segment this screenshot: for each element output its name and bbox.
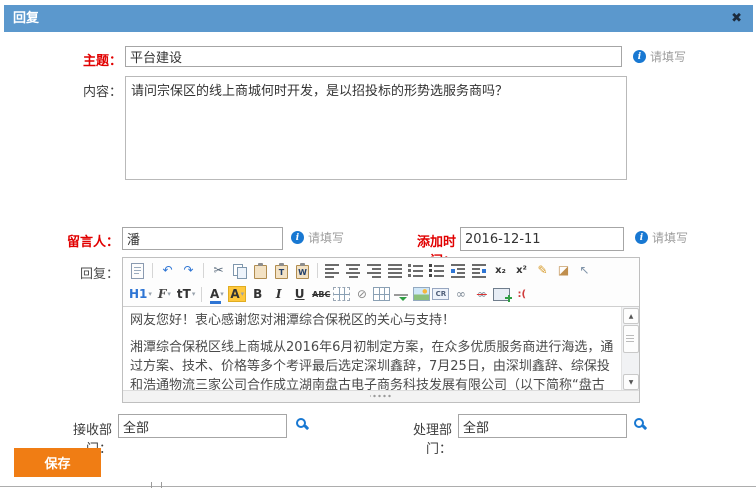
hint-text: 请填写 [308,229,344,246]
heading-icon[interactable]: H1▾ [128,285,153,304]
close-icon[interactable]: ✖ [731,5,742,32]
font-color-icon[interactable]: A▾ [207,285,226,304]
subject-label: 主题： [58,50,122,69]
scroll-up-icon[interactable]: ▲ [623,308,639,324]
paste-from-word-icon[interactable]: W [293,261,312,280]
insert-image-icon[interactable] [413,287,430,301]
handle-dept-input[interactable] [458,414,627,438]
divider-tick [161,482,162,488]
font-size-icon[interactable]: tT▾ [176,285,196,304]
info-icon: i [635,231,648,244]
font-family-icon[interactable]: F▾ [155,285,174,304]
page-break-icon[interactable]: :( [512,285,531,304]
italic-icon[interactable]: I [269,285,288,304]
scroll-down-icon[interactable]: ▼ [623,374,639,390]
underline-icon[interactable]: U [290,285,309,304]
insert-link-icon[interactable]: ∞ [451,285,470,304]
paste-icon[interactable] [251,261,270,280]
content-textarea[interactable]: 请问宗保区的线上商城何时开发，是以招投标的形势选服务商吗？ [125,76,627,180]
add-time-required-hint: i 请填写 [635,229,688,246]
horizontal-rule-icon[interactable] [392,285,411,304]
editor-status-bar [123,390,639,402]
unlink-icon[interactable]: ∞ [472,285,491,304]
search-icon[interactable] [295,417,309,431]
editor-paragraph: 网友您好！衷心感谢您对湘潭综合保税区的关心与支持！ [130,311,615,330]
save-button[interactable]: 保存 [14,448,101,477]
page-bottom-divider [0,486,756,487]
redo-icon[interactable]: ↷ [179,261,198,280]
info-icon: i [633,50,646,63]
align-right-icon[interactable] [365,261,384,280]
commenter-required-hint: i 请填写 [291,229,344,246]
format-painter-icon[interactable]: ✎ [533,261,552,280]
add-time-input[interactable] [460,227,624,251]
indent-icon[interactable] [449,261,468,280]
remove-format-icon[interactable]: ◪ [554,261,573,280]
insert-ordered-list-icon[interactable] [407,261,426,280]
subscript-icon[interactable]: x₂ [491,261,510,280]
highlight-color-icon[interactable]: A▾ [228,286,246,302]
align-left-icon[interactable] [323,261,342,280]
toolbar-separator [201,287,202,302]
insert-media-icon[interactable] [493,288,510,301]
reply-dialog: 回复 ✖ 主题： i 请填写 内容： 请问宗保区的线上商城何时开发，是以招投标的… [0,0,756,490]
divider-tick [151,482,152,488]
insert-unordered-list-icon[interactable] [428,261,447,280]
search-icon[interactable] [633,417,647,431]
table-properties-icon[interactable] [373,287,390,301]
toolbar-separator [203,263,204,278]
select-all-icon[interactable]: ↖ [575,261,594,280]
align-justify-icon[interactable] [386,261,405,280]
editor-toolbar-row-1: ↶↷ ✂ TWx₂x²✎◪↖ [123,258,639,282]
dialog-titlebar: 回复 ✖ [4,5,753,32]
bold-icon[interactable]: B [248,285,267,304]
commenter-label: 留言人： [55,231,119,250]
reply-label: 回复： [55,263,119,282]
strikethrough-icon[interactable]: ABC [311,285,331,304]
editor-scrollbar[interactable]: ▲ ▼ [621,307,639,391]
copy-icon[interactable] [230,261,249,280]
insert-flash-icon[interactable]: CR [432,288,449,300]
editor-resize-handle[interactable] [370,393,392,399]
content-label: 内容： [58,81,122,100]
html-source-icon[interactable] [128,261,147,280]
paste-as-text-icon[interactable]: T [272,261,291,280]
info-icon: i [291,231,304,244]
hint-text: 请填写 [650,48,686,65]
eraser-icon[interactable]: ⊘ [352,285,371,304]
receive-dept-input[interactable] [118,414,287,438]
commenter-input[interactable] [122,227,283,250]
outdent-icon[interactable] [470,261,489,280]
toolbar-separator [317,263,318,278]
editor-toolbar-row-2: H1▾F▾tT▾A▾A▾BIUABC⊘CR∞∞:( [123,282,639,306]
cut-icon[interactable]: ✂ [209,261,228,280]
subject-input[interactable] [125,46,622,67]
rich-text-editor: ↶↷✂TWx₂x²✎◪↖ H1▾F▾tT▾A▾A▾BIUABC⊘CR∞∞:( 网… [122,257,640,403]
handle-dept-label: 处理部门： [388,419,452,457]
hint-text: 请填写 [652,229,688,246]
editor-paragraph: 湘潭综合保税区线上商城从2016年6月初制定方案，在众多优质服务商进行海选，通过… [130,338,615,391]
scrollbar-thumb[interactable] [623,325,639,353]
subject-required-hint: i 请填写 [633,48,686,65]
insert-table-icon[interactable] [333,287,350,301]
superscript-icon[interactable]: x² [512,261,531,280]
editor-content-area: 网友您好！衷心感谢您对湘潭综合保税区的关心与支持！ 湘潭综合保税区线上商城从201… [123,306,639,391]
editor-body[interactable]: 网友您好！衷心感谢您对湘潭综合保税区的关心与支持！ 湘潭综合保税区线上商城从201… [123,307,622,391]
undo-icon[interactable]: ↶ [158,261,177,280]
toolbar-separator [152,263,153,278]
align-center-icon[interactable] [344,261,363,280]
dialog-title: 回复 [13,5,39,32]
